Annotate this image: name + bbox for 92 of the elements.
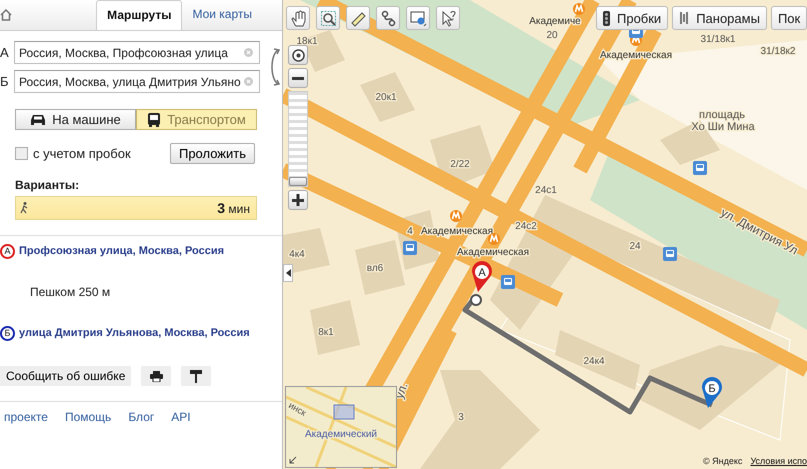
tool-button[interactable]	[376, 6, 400, 30]
ruler-icon	[350, 10, 366, 26]
place-label: Хо Ши Мина	[691, 121, 755, 133]
place-label: площадь	[699, 109, 745, 121]
walk-step-text: Пешком 250 м	[30, 285, 110, 299]
house-number: 24с2	[515, 221, 537, 232]
tool-button[interactable]	[406, 6, 430, 30]
tool-button[interactable]	[436, 6, 460, 30]
tool-button[interactable]	[286, 6, 310, 30]
tab[interactable]: Маршруты	[96, 0, 182, 30]
left-arrow-icon	[286, 269, 290, 277]
checkbox-label: с учетом пробок	[33, 146, 131, 161]
address-field[interactable]: Россия, Москва, Профсоюзная улица	[14, 41, 260, 64]
compass-icon	[292, 48, 304, 62]
point-letter: Б	[0, 74, 10, 89]
footer-link[interactable]: Блог	[128, 410, 154, 424]
house-number: 24с1	[535, 185, 557, 196]
panorama-icon	[679, 11, 690, 25]
home-icon[interactable]	[0, 9, 12, 21]
help-pointer-icon	[440, 10, 456, 26]
metro-icon	[573, 3, 585, 15]
variants-heading: Варианты:	[15, 178, 80, 192]
mode-tab[interactable]: Транспортом	[136, 109, 257, 130]
point-letter: А	[0, 45, 10, 60]
zoom-out-button[interactable]	[288, 68, 308, 88]
tool-button[interactable]	[346, 6, 370, 30]
district-label: Академический	[305, 429, 377, 440]
car-icon	[30, 114, 46, 126]
building	[283, 228, 330, 275]
layer-button[interactable]: Пробки	[596, 6, 668, 30]
pan-button[interactable]	[288, 45, 308, 65]
end-pin-icon: Б	[702, 377, 722, 408]
hand-icon	[290, 10, 306, 26]
route-variant[interactable]: 3 мин	[15, 196, 257, 220]
address-field[interactable]: Россия, Москва, улица Дмитрия Ульяно	[14, 70, 260, 93]
house-number: 20	[546, 30, 558, 41]
house-number: 24к4	[583, 356, 605, 367]
point-marker-icon: А	[0, 244, 15, 258]
mode-tab[interactable]: На машине	[15, 109, 136, 130]
viewport-frame	[334, 404, 354, 420]
house-number: 2/22	[450, 159, 470, 170]
house-number: 3	[458, 412, 464, 423]
terms-link[interactable]: Условия испо	[750, 456, 807, 466]
comment-icon	[410, 10, 426, 26]
signpost-icon	[190, 370, 202, 382]
building	[310, 300, 360, 355]
zoom-slider-thumb[interactable]	[289, 176, 307, 186]
layer-button[interactable]: Панорамы	[672, 6, 767, 30]
bus-stop-icon	[501, 275, 515, 289]
bus-stop-icon	[663, 247, 677, 261]
address-link[interactable]: Профсоюзная улица, Москва, Россия	[19, 245, 224, 257]
house-number: 31/18к1	[700, 34, 736, 45]
collapse-panel-button[interactable]	[283, 264, 293, 282]
tool-button[interactable]	[316, 6, 340, 30]
metro-icon	[450, 210, 462, 222]
address-link[interactable]: улица Дмитрия Ульянова, Москва, Россия	[19, 327, 250, 339]
house-number: 24	[629, 241, 641, 252]
printer-icon	[150, 370, 163, 382]
house-number: 18к1	[296, 36, 318, 47]
house-number: вл6	[366, 263, 384, 274]
overview-map[interactable]: Академический инск	[285, 386, 397, 468]
zoom-in-button[interactable]	[288, 190, 308, 210]
house-number: 4к4	[289, 249, 305, 260]
copyright-text: © Яндекс	[703, 456, 742, 466]
resize-arrow-icon[interactable]	[289, 456, 297, 464]
print-button[interactable]	[141, 366, 172, 386]
building	[360, 72, 415, 122]
bus-icon	[147, 112, 162, 126]
house-number: 20к1	[375, 92, 397, 103]
house-number: 8к1	[318, 327, 334, 338]
house-number: 31/18к2	[760, 46, 796, 57]
walking-person-icon	[20, 202, 28, 214]
footer-link[interactable]: Помощь	[64, 410, 112, 424]
route-button[interactable]: Проложить	[170, 143, 255, 164]
layer-button[interactable]: Пок	[770, 6, 807, 30]
bus-stop-icon	[693, 161, 707, 175]
zoom-area-icon	[320, 10, 336, 26]
building	[430, 125, 495, 190]
traffic-light-icon	[603, 10, 610, 26]
plus-icon	[292, 194, 304, 206]
traffic-checkbox[interactable]	[15, 147, 28, 160]
signpost-button[interactable]	[181, 366, 212, 386]
street-label: инск	[287, 400, 308, 418]
bus-stop-icon	[403, 241, 417, 255]
building	[355, 240, 405, 295]
point-marker-icon: Б	[0, 326, 15, 340]
footer-link[interactable]: проекте	[4, 410, 48, 424]
report-error-button[interactable]: Сообщить об ошибке	[0, 366, 132, 386]
route-icon	[380, 10, 396, 26]
tab[interactable]: Мои карты	[182, 0, 262, 30]
house-number: 4	[407, 226, 413, 237]
footer-link[interactable]: API	[171, 410, 191, 424]
